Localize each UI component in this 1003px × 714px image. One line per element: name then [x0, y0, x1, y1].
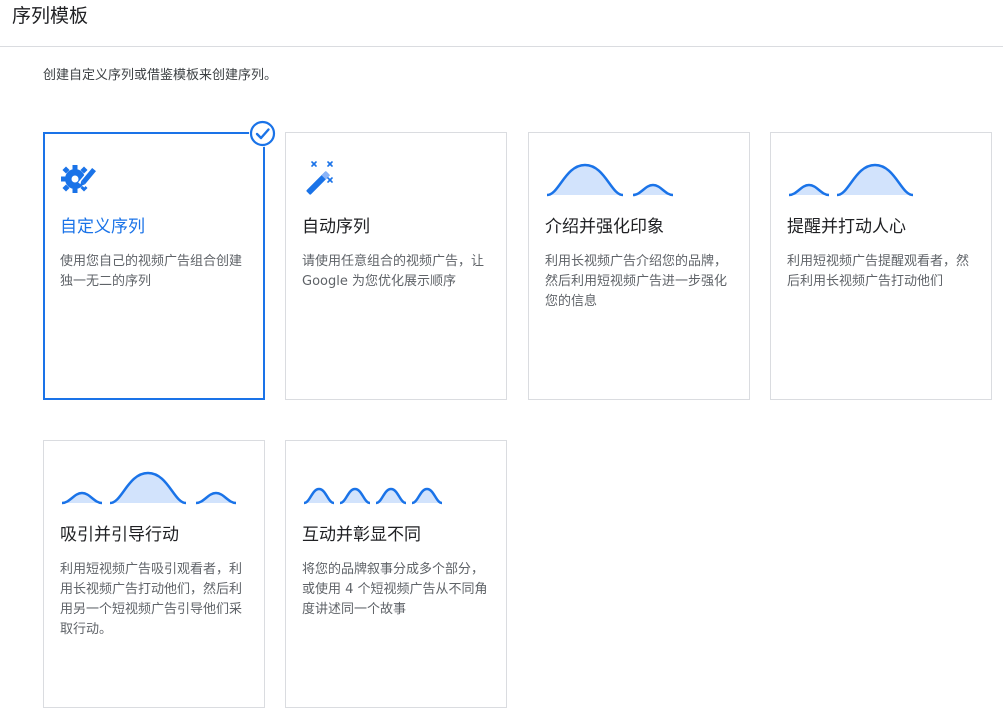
card-description: 利用短视频广告提醒观看者，然后利用长视频广告打动他们 [787, 254, 970, 289]
template-card-custom[interactable]: 自定义序列 使用您自己的视频广告组合创建独一无二的序列 [43, 132, 265, 400]
header: 序列模板 [0, 0, 1003, 47]
template-card-introduce[interactable]: 介绍并强化印象 利用长视频广告介绍您的品牌，然后利用短视频广告进一步强化您的信息 [528, 132, 750, 400]
sequence-templates-page: 序列模板 创建自定义序列或借鉴模板来创建序列。 自定义序列 使用您自己的视频广告… [0, 0, 1003, 714]
card-title: 自定义序列 [60, 217, 145, 237]
card-description: 将您的品牌叙事分成多个部分，或使用 4 个短视频广告从不同角度讲述同一个故事 [302, 562, 488, 617]
card-title: 提醒并打动人心 [787, 217, 906, 237]
magic-wand-icon [302, 159, 442, 199]
card-title: 吸引并引导行动 [60, 525, 179, 545]
card-description: 请使用任意组合的视频广告，让 Google 为您优化展示顺序 [302, 254, 485, 289]
card-title: 介绍并强化印象 [545, 217, 664, 237]
template-card-auto[interactable]: 自动序列 请使用任意组合的视频广告，让 Google 为您优化展示顺序 [285, 132, 507, 400]
card-description: 利用长视频广告介绍您的品牌，然后利用短视频广告进一步强化您的信息 [545, 254, 728, 309]
wave-four-short-icon [302, 469, 442, 509]
selected-check-icon [249, 120, 276, 147]
template-card-remind[interactable]: 提醒并打动人心 利用短视频广告提醒观看者，然后利用长视频广告打动他们 [770, 132, 992, 400]
wave-short-long-short-icon [60, 469, 240, 509]
card-description: 使用您自己的视频广告组合创建独一无二的序列 [60, 254, 243, 289]
gear-pencil-icon [60, 159, 200, 199]
page-subtitle: 创建自定义序列或借鉴模板来创建序列。 [43, 68, 278, 83]
card-title: 互动并彰显不同 [302, 525, 421, 545]
wave-long-short-icon [545, 161, 685, 201]
template-card-engage[interactable]: 互动并彰显不同 将您的品牌叙事分成多个部分，或使用 4 个短视频广告从不同角度讲… [285, 440, 507, 708]
template-card-attract[interactable]: 吸引并引导行动 利用短视频广告吸引观看者，利用长视频广告打动他们，然后利用另一个… [43, 440, 265, 708]
card-description: 利用短视频广告吸引观看者，利用长视频广告打动他们，然后利用另一个短视频广告引导他… [60, 562, 243, 637]
wave-short-long-icon [787, 161, 927, 201]
card-title: 自动序列 [302, 217, 370, 237]
page-title: 序列模板 [12, 5, 89, 27]
